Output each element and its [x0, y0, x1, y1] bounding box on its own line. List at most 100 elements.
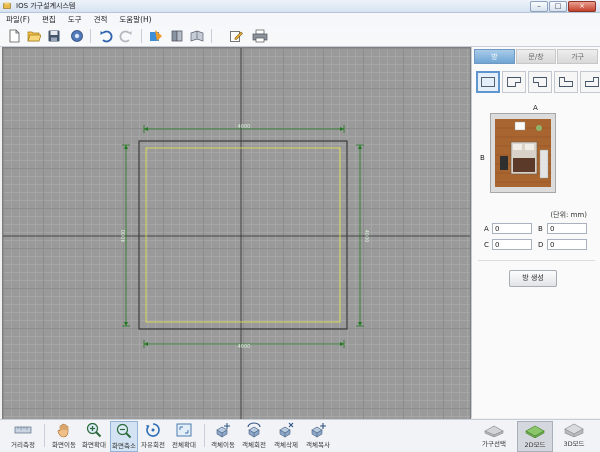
measure-distance-label: 거리측정 — [11, 441, 35, 449]
bottom-toolbar: 거리측정 화면이동 화면확대 화면축소 자유회전 전체확대 객체이동 객체회전 … — [0, 419, 600, 452]
dimension-top-label: 4000 — [238, 124, 251, 130]
rotate-object-button[interactable]: 객체회전 — [240, 421, 268, 450]
field-c-input[interactable]: 0 — [492, 239, 532, 250]
free-rotate-label: 자유회전 — [141, 441, 165, 449]
print-icon[interactable] — [252, 28, 268, 44]
copy-object-icon — [311, 422, 326, 438]
delete-object-button[interactable]: 객체삭제 — [272, 421, 300, 450]
free-rotate-button[interactable]: 자유회전 — [139, 421, 167, 450]
2d-mode-icon — [525, 425, 545, 438]
rotate-object-icon — [247, 422, 261, 438]
tab-room[interactable]: 방 — [474, 49, 515, 64]
field-a-input[interactable]: 0 — [492, 223, 532, 234]
2d-mode-button[interactable]: 2D모드 — [517, 421, 553, 452]
tab-furniture[interactable]: 가구 — [557, 49, 599, 64]
copy-object-label: 객체복사 — [306, 441, 330, 449]
window-title: IOS 가구설계시스템 — [16, 2, 76, 10]
fit-screen-button[interactable]: 전체확대 — [169, 421, 199, 450]
delete-object-icon — [279, 422, 294, 438]
field-label-c: C — [484, 241, 489, 249]
pan-label: 화면이동 — [52, 441, 76, 449]
room-shape-l4[interactable] — [580, 71, 600, 93]
catalog-icon[interactable] — [189, 28, 205, 44]
move-object-button[interactable]: 객체이동 — [209, 421, 237, 450]
l-shape-icon — [585, 77, 599, 87]
save-icon[interactable] — [46, 28, 62, 44]
menu-edit[interactable]: 편집 — [36, 14, 62, 25]
field-label-a: A — [484, 225, 489, 233]
new-file-icon[interactable] — [6, 28, 22, 44]
menu-help[interactable]: 도움말(H) — [113, 14, 157, 25]
3d-mode-button[interactable]: 3D모드 — [557, 421, 591, 450]
rotate-icon — [146, 422, 160, 437]
book-icon[interactable] — [169, 28, 185, 44]
field-d-input[interactable]: 0 — [547, 239, 587, 250]
zoom-in-button[interactable]: 화면확대 — [80, 421, 108, 450]
room-wall-outer — [138, 140, 348, 330]
paint-icon[interactable] — [148, 28, 164, 44]
room-wall-inner — [145, 147, 341, 323]
undo-icon[interactable] — [98, 28, 114, 44]
open-folder-icon[interactable] — [26, 28, 42, 44]
hand-icon — [57, 423, 69, 437]
l-shape-icon — [533, 77, 547, 87]
furniture-select-icon — [484, 425, 504, 437]
move-object-icon — [216, 422, 230, 438]
properties-panel: 방 문/창 가구 A B (단위: mm) A 0 B 0 C 0 D 0 방 … — [471, 47, 600, 418]
menu-tools[interactable]: 도구 — [62, 14, 88, 25]
redo-icon[interactable] — [118, 28, 134, 44]
zoom-in-icon — [86, 422, 102, 437]
preview-label-a: A — [533, 104, 538, 112]
zoom-out-label: 화면축소 — [112, 442, 136, 450]
furniture-select-label: 가구선택 — [482, 440, 506, 448]
dimension-bottom-label: 4000 — [238, 344, 251, 350]
copy-object-button[interactable]: 객체복사 — [303, 421, 333, 450]
field-b-input[interactable]: 0 — [547, 223, 587, 234]
dimension-right — [356, 144, 364, 327]
delete-object-label: 객체삭제 — [274, 441, 298, 449]
room-shape-rectangle[interactable] — [476, 71, 500, 93]
room-shape-l3[interactable] — [554, 71, 578, 93]
zoom-in-label: 화면확대 — [82, 441, 106, 449]
measure-distance-button[interactable]: 거리측정 — [8, 421, 38, 450]
zoom-out-button[interactable]: 화면축소 — [110, 421, 138, 452]
unit-label: (단위: mm) — [550, 211, 587, 219]
menu-estimate[interactable]: 견적 — [88, 14, 114, 25]
3d-mode-label: 3D모드 — [563, 440, 585, 448]
3d-mode-icon — [564, 423, 584, 437]
l-shape-icon — [507, 77, 521, 87]
room-preview-image — [490, 113, 556, 193]
close-button[interactable]: × — [568, 1, 596, 12]
menu-file[interactable]: 파일(F) — [0, 14, 36, 25]
tab-door-window[interactable]: 문/창 — [515, 49, 557, 64]
generate-room-button[interactable]: 방 생성 — [509, 270, 557, 287]
floor-plan: 4000 4000 4000 4000 — [3, 48, 470, 419]
title-bar: IOS 가구설계시스템 – □ × — [0, 0, 600, 13]
l-shape-icon — [559, 77, 573, 87]
room-shape-l2[interactable] — [528, 71, 552, 93]
rotate-object-label: 객체회전 — [242, 441, 266, 449]
rectangle-shape-icon — [481, 77, 495, 87]
zoom-out-icon — [116, 423, 132, 438]
pan-button[interactable]: 화면이동 — [50, 421, 78, 450]
minimize-button[interactable]: – — [530, 1, 548, 12]
ruler-icon — [14, 426, 32, 433]
app-icon — [3, 2, 11, 9]
fit-screen-icon — [176, 423, 192, 436]
furniture-select-mode-button[interactable]: 가구선택 — [477, 421, 511, 450]
menu-bar: 파일(F) 편집 도구 견적 도움말(H) — [0, 13, 600, 27]
settings-icon[interactable] — [69, 28, 85, 44]
dimension-right-label: 4000 — [363, 230, 369, 243]
preview-label-b: B — [480, 154, 485, 162]
move-object-label: 객체이동 — [211, 441, 235, 449]
dimension-left-label: 4000 — [121, 230, 127, 243]
maximize-button[interactable]: □ — [549, 1, 567, 12]
fit-screen-label: 전체확대 — [172, 441, 196, 449]
room-shape-l1[interactable] — [502, 71, 526, 93]
panel-divider — [478, 260, 595, 261]
field-label-b: B — [538, 225, 543, 233]
drawing-canvas[interactable]: 4000 4000 4000 4000 — [2, 47, 471, 420]
2d-mode-label: 2D모드 — [524, 441, 546, 449]
edit-document-icon[interactable] — [228, 28, 244, 44]
field-label-d: D — [538, 241, 544, 249]
